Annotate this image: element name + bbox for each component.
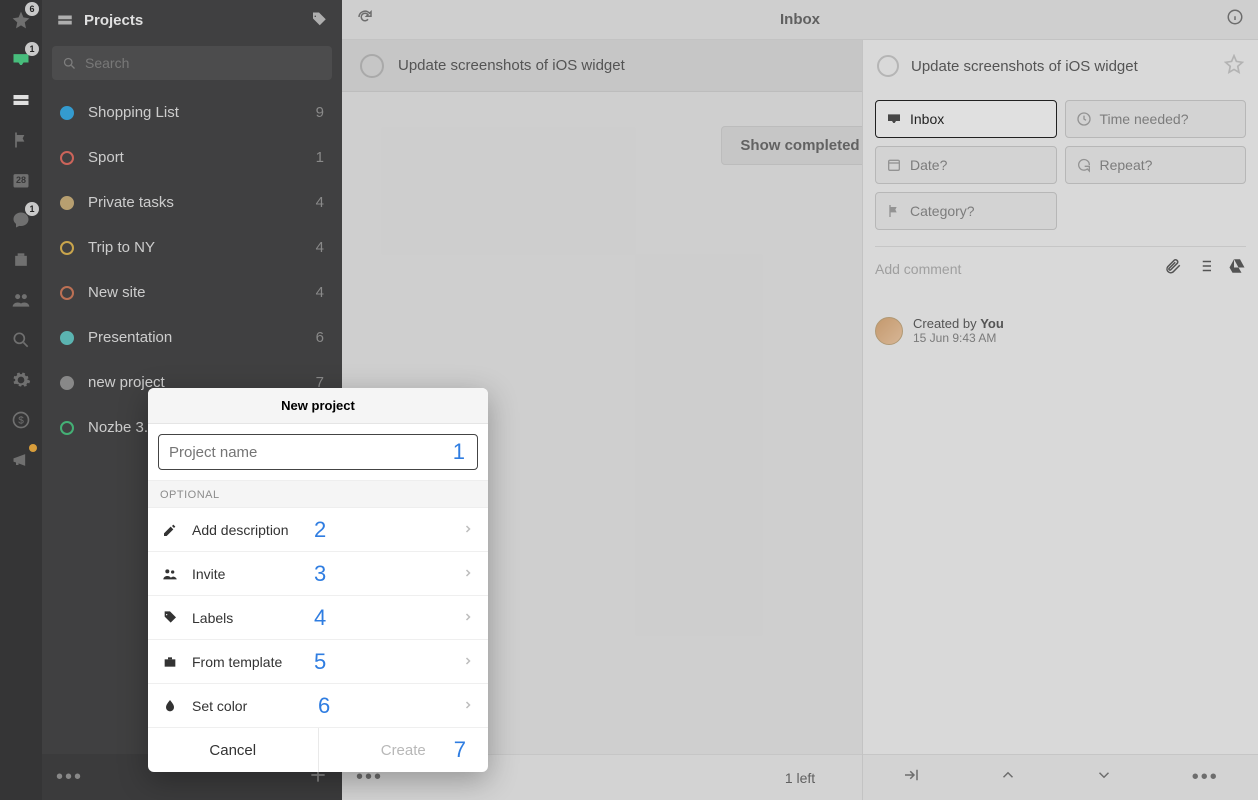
modal-footer: Cancel Create 7 xyxy=(148,728,488,772)
chevron-icon xyxy=(462,698,474,714)
pencil-icon xyxy=(162,522,178,538)
row-description-label: Add description xyxy=(192,522,289,538)
annotation-7: 7 xyxy=(454,737,466,763)
chevron-icon xyxy=(462,610,474,626)
chevron-icon xyxy=(462,654,474,670)
row-template[interactable]: From template 5 xyxy=(148,640,488,684)
tag-icon xyxy=(162,610,178,626)
row-labels-label: Labels xyxy=(192,610,233,626)
project-name-field[interactable]: 1 xyxy=(158,434,478,470)
chevron-icon xyxy=(462,566,474,582)
annotation-1: 1 xyxy=(453,439,465,465)
briefcase-icon xyxy=(162,654,178,670)
create-label: Create xyxy=(381,742,426,759)
row-description[interactable]: Add description 2 xyxy=(148,508,488,552)
row-invite[interactable]: Invite 3 xyxy=(148,552,488,596)
row-color[interactable]: Set color 6 xyxy=(148,684,488,728)
row-color-label: Set color xyxy=(192,698,247,714)
row-invite-label: Invite xyxy=(192,566,225,582)
annotation-5: 5 xyxy=(314,649,326,675)
annotation-4: 4 xyxy=(314,605,326,631)
annotation-6: 6 xyxy=(318,693,330,719)
modal-title: New project xyxy=(148,388,488,424)
drop-icon xyxy=(162,698,178,714)
annotation-2: 2 xyxy=(314,517,326,543)
project-name-input[interactable] xyxy=(169,444,467,461)
row-labels[interactable]: Labels 4 xyxy=(148,596,488,640)
optional-header: OPTIONAL xyxy=(148,480,488,508)
new-project-modal: New project 1 OPTIONAL Add description 2… xyxy=(148,388,488,772)
chevron-icon xyxy=(462,522,474,538)
annotation-3: 3 xyxy=(314,561,326,587)
cancel-button[interactable]: Cancel xyxy=(148,728,319,772)
create-button[interactable]: Create 7 xyxy=(319,728,489,772)
row-template-label: From template xyxy=(192,654,282,670)
people-icon xyxy=(162,566,178,582)
